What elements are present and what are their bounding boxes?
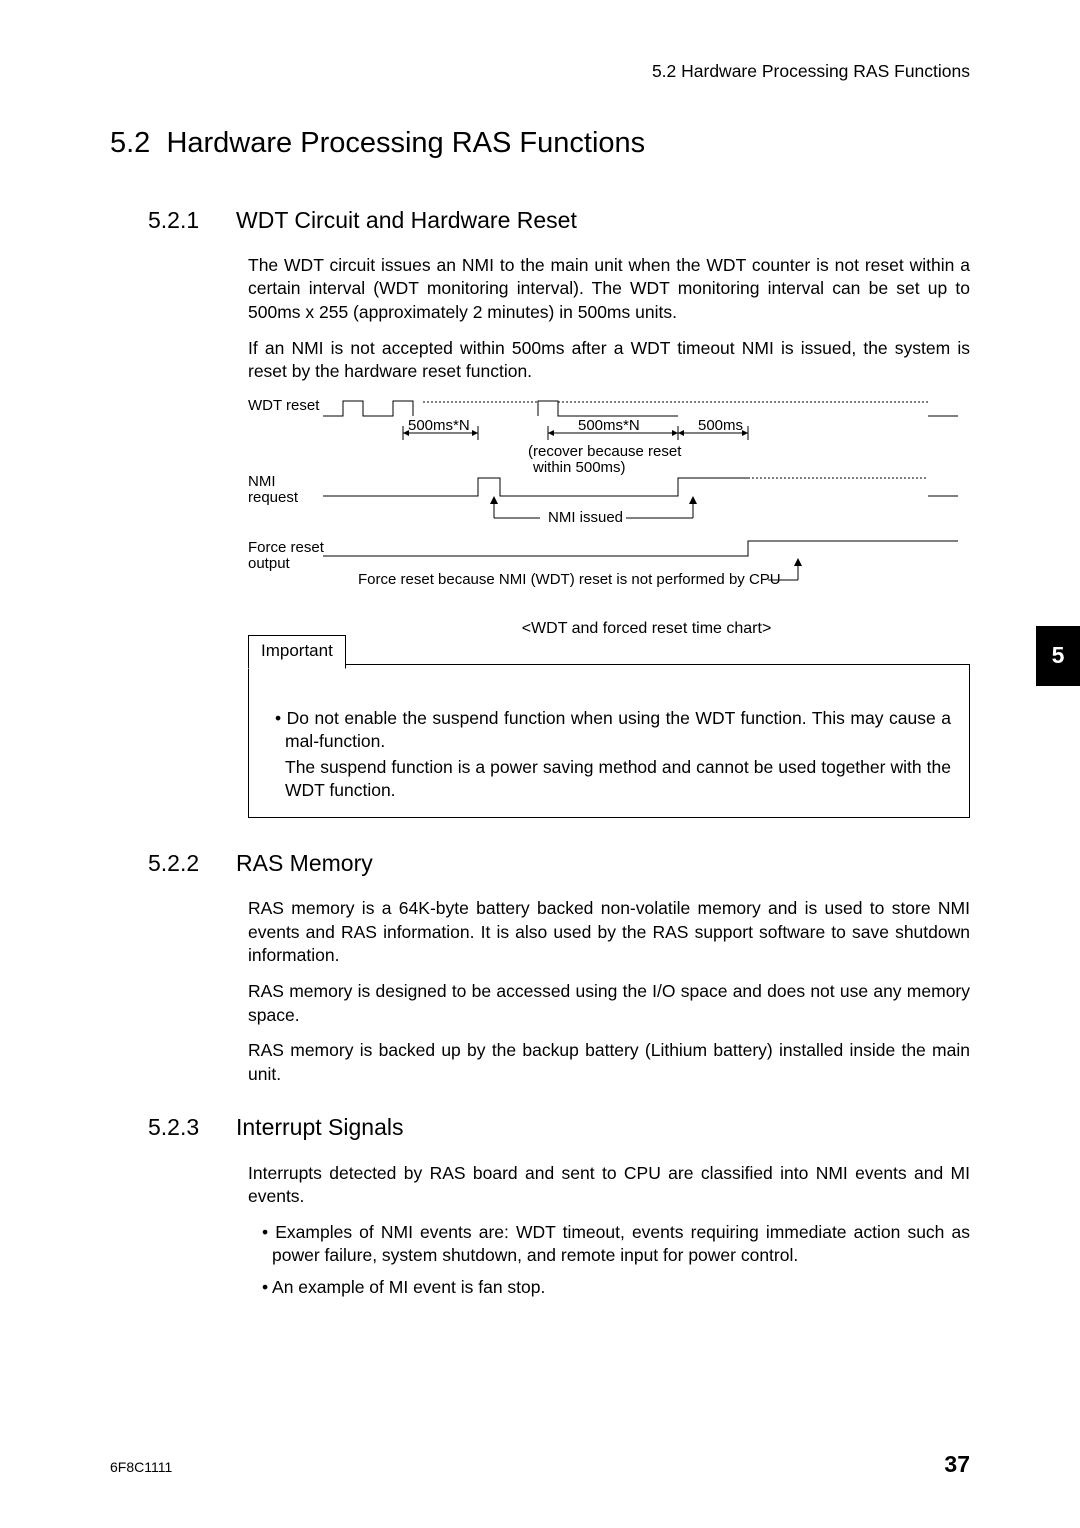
paragraph: If an NMI is not accepted within 500ms a… [248,337,970,384]
svg-text:500ms*N: 500ms*N [578,417,640,434]
footer-page-number: 37 [944,1449,970,1480]
svg-text:request: request [248,489,299,506]
svg-text:within 500ms): within 500ms) [532,459,626,476]
svg-text:WDT reset: WDT reset [248,397,320,414]
subsection-522-body: RAS memory is a 64K-byte battery backed … [248,897,970,1086]
bullet-list: Examples of NMI events are: WDT timeout,… [248,1221,970,1300]
chart-caption: <WDT and forced reset time chart> [323,618,970,640]
subsection-number: 5.2.3 [148,1112,236,1143]
timing-diagram: text { font-family: Arial, Helvetica, sa… [248,396,968,606]
subsection-523-body: Interrupts detected by RAS board and sen… [248,1162,970,1300]
important-label: Important [248,635,346,670]
subsection-number: 5.2.1 [148,205,236,236]
paragraph: The WDT circuit issues an NMI to the mai… [248,254,970,325]
svg-text:500ms: 500ms [698,417,743,434]
list-item: An example of MI event is fan stop. [262,1276,970,1300]
svg-text:Force reset: Force reset [248,539,325,556]
section-number: 5.2 [110,127,150,159]
svg-text:(recover because reset: (recover because reset [528,443,682,460]
running-header: 5.2 Hardware Processing RAS Functions [110,60,970,84]
section-heading: 5.2 Hardware Processing RAS Functions [110,124,970,163]
paragraph: RAS memory is designed to be accessed us… [248,980,970,1027]
svg-text:output: output [248,555,291,572]
important-subline: The suspend function is a power saving m… [267,756,951,803]
important-box: Important Do not enable the suspend func… [248,664,970,819]
svg-text:NMI: NMI [248,473,276,490]
chapter-tab: 5 [1036,626,1080,686]
subsection-heading-523: 5.2.3 Interrupt Signals [148,1112,970,1143]
footer-doc-number: 6F8C1111 [110,1458,172,1477]
svg-text:500ms*N: 500ms*N [408,417,470,434]
subsection-title: Interrupt Signals [236,1112,403,1143]
page: 5.2 Hardware Processing RAS Functions 5.… [0,0,1080,1528]
svg-text:NMI issued: NMI issued [548,509,623,526]
list-item: Examples of NMI events are: WDT timeout,… [262,1221,970,1268]
subsection-521-body: The WDT circuit issues an NMI to the mai… [248,254,970,818]
subsection-heading-522: 5.2.2 RAS Memory [148,848,970,879]
svg-text:Force reset because NMI (WDT): Force reset because NMI (WDT) reset is n… [358,571,781,588]
paragraph: Interrupts detected by RAS board and sen… [248,1162,970,1209]
subsection-heading-521: 5.2.1 WDT Circuit and Hardware Reset [148,205,970,236]
subsection-title: WDT Circuit and Hardware Reset [236,205,577,236]
subsection-number: 5.2.2 [148,848,236,879]
paragraph: RAS memory is a 64K-byte battery backed … [248,897,970,968]
section-title: Hardware Processing RAS Functions [166,127,645,159]
timing-chart: text { font-family: Arial, Helvetica, sa… [248,396,970,606]
footer: 6F8C1111 37 [110,1449,970,1480]
important-bullet: Do not enable the suspend function when … [267,707,951,754]
subsection-title: RAS Memory [236,848,373,879]
paragraph: RAS memory is backed up by the backup ba… [248,1039,970,1086]
